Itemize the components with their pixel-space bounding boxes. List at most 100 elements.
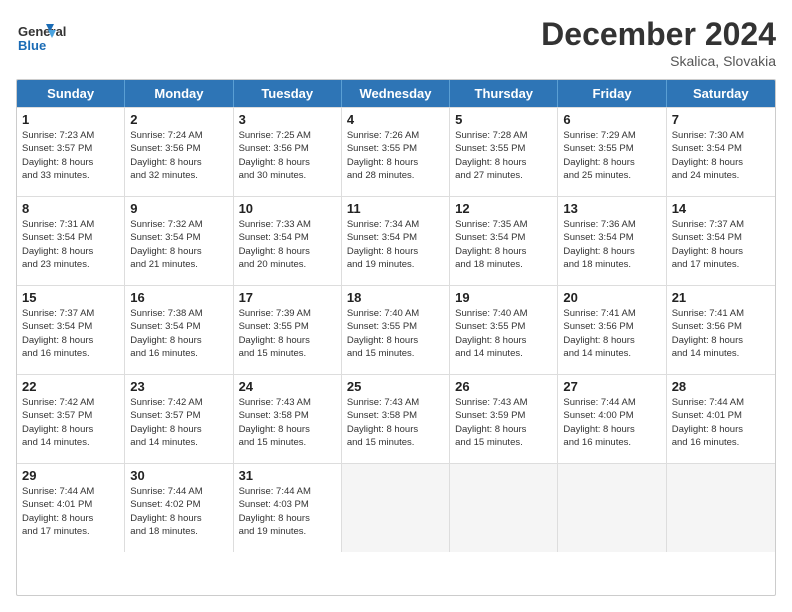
calendar-cell: 23Sunrise: 7:42 AM Sunset: 3:57 PM Dayli…	[125, 375, 233, 463]
day-number: 12	[455, 201, 552, 216]
page: General Blue December 2024 Skalica, Slov…	[0, 0, 792, 612]
calendar-cell: 20 Sunrise: 7:41 AM Sunset: 3:56 PM Dayli…	[558, 286, 666, 374]
day-number: 28	[672, 379, 770, 394]
calendar-row-2: 8 Sunrise: 7:31 AM Sunset: 3:54 PM Daylig…	[17, 196, 775, 285]
calendar-cell: 13Sunrise: 7:36 AM Sunset: 3:54 PM Dayli…	[558, 197, 666, 285]
calendar-row-3: 15 Sunrise: 7:37 AM Sunset: 3:54 PM Dayli…	[17, 285, 775, 374]
calendar-cell: 11 Sunrise: 7:34 AM Sunset: 3:54 PM Dayli…	[342, 197, 450, 285]
col-saturday: Saturday	[667, 80, 775, 107]
day-info: Sunrise: 7:32 AM Sunset: 3:54 PM Dayligh…	[130, 218, 227, 271]
day-info: Sunrise: 7:43 AM Sunset: 3:59 PM Dayligh…	[455, 396, 552, 449]
calendar-cell: 3 Sunrise: 7:25 AM Sunset: 3:56 PM Daylig…	[234, 108, 342, 196]
calendar-cell: 27Sunrise: 7:44 AM Sunset: 4:00 PM Dayli…	[558, 375, 666, 463]
day-info: Sunrise: 7:37 AM Sunset: 3:54 PM Dayligh…	[22, 307, 119, 360]
calendar-row-4: 22 Sunrise: 7:42 AM Sunset: 3:57 PM Dayli…	[17, 374, 775, 463]
day-info: Sunrise: 7:37 AM Sunset: 3:54 PM Dayligh…	[672, 218, 770, 271]
calendar-cell	[558, 464, 666, 552]
day-number: 1	[22, 112, 119, 127]
day-info: Sunrise: 7:44 AM Sunset: 4:01 PM Dayligh…	[672, 396, 770, 449]
calendar-cell: 14Sunrise: 7:37 AM Sunset: 3:54 PM Dayli…	[667, 197, 775, 285]
calendar-row-5: 29Sunrise: 7:44 AM Sunset: 4:01 PM Dayli…	[17, 463, 775, 552]
day-number: 11	[347, 201, 444, 216]
day-number: 24	[239, 379, 336, 394]
calendar-cell: 4Sunrise: 7:26 AM Sunset: 3:55 PM Daylig…	[342, 108, 450, 196]
day-info: Sunrise: 7:39 AM Sunset: 3:55 PM Dayligh…	[239, 307, 336, 360]
day-number: 6	[563, 112, 660, 127]
day-info: Sunrise: 7:34 AM Sunset: 3:54 PM Dayligh…	[347, 218, 444, 271]
calendar-cell: 7Sunrise: 7:30 AM Sunset: 3:54 PM Daylig…	[667, 108, 775, 196]
day-number: 10	[239, 201, 336, 216]
calendar: Sunday Monday Tuesday Wednesday Thursday…	[16, 79, 776, 596]
calendar-cell: 6 Sunrise: 7:29 AM Sunset: 3:55 PM Daylig…	[558, 108, 666, 196]
day-info: Sunrise: 7:43 AM Sunset: 3:58 PM Dayligh…	[347, 396, 444, 449]
day-info: Sunrise: 7:28 AM Sunset: 3:55 PM Dayligh…	[455, 129, 552, 182]
calendar-body: 1 Sunrise: 7:23 AM Sunset: 3:57 PM Daylig…	[17, 107, 775, 552]
calendar-cell: 19 Sunrise: 7:40 AM Sunset: 3:55 PM Dayli…	[450, 286, 558, 374]
logo: General Blue	[16, 16, 96, 56]
calendar-cell: 8 Sunrise: 7:31 AM Sunset: 3:54 PM Daylig…	[17, 197, 125, 285]
calendar-cell: 22 Sunrise: 7:42 AM Sunset: 3:57 PM Dayli…	[17, 375, 125, 463]
day-number: 16	[130, 290, 227, 305]
col-sunday: Sunday	[17, 80, 125, 107]
calendar-cell: 15 Sunrise: 7:37 AM Sunset: 3:54 PM Dayli…	[17, 286, 125, 374]
day-number: 27	[563, 379, 660, 394]
col-thursday: Thursday	[450, 80, 558, 107]
day-number: 4	[347, 112, 444, 127]
day-number: 7	[672, 112, 770, 127]
calendar-cell: 25 Sunrise: 7:43 AM Sunset: 3:58 PM Dayli…	[342, 375, 450, 463]
day-info: Sunrise: 7:40 AM Sunset: 3:55 PM Dayligh…	[347, 307, 444, 360]
day-number: 26	[455, 379, 552, 394]
day-info: Sunrise: 7:25 AM Sunset: 3:56 PM Dayligh…	[239, 129, 336, 182]
day-info: Sunrise: 7:31 AM Sunset: 3:54 PM Dayligh…	[22, 218, 119, 271]
day-info: Sunrise: 7:33 AM Sunset: 3:54 PM Dayligh…	[239, 218, 336, 271]
day-info: Sunrise: 7:42 AM Sunset: 3:57 PM Dayligh…	[22, 396, 119, 449]
calendar-cell: 17 Sunrise: 7:39 AM Sunset: 3:55 PM Dayli…	[234, 286, 342, 374]
logo-icon: General Blue	[16, 16, 96, 56]
day-info: Sunrise: 7:23 AM Sunset: 3:57 PM Dayligh…	[22, 129, 119, 182]
day-info: Sunrise: 7:41 AM Sunset: 3:56 PM Dayligh…	[563, 307, 660, 360]
day-number: 3	[239, 112, 336, 127]
calendar-cell: 12Sunrise: 7:35 AM Sunset: 3:54 PM Dayli…	[450, 197, 558, 285]
calendar-cell: 29Sunrise: 7:44 AM Sunset: 4:01 PM Dayli…	[17, 464, 125, 552]
day-number: 20	[563, 290, 660, 305]
header: General Blue December 2024 Skalica, Slov…	[16, 16, 776, 69]
day-number: 5	[455, 112, 552, 127]
svg-text:Blue: Blue	[18, 38, 46, 53]
calendar-cell	[342, 464, 450, 552]
calendar-cell: 28 Sunrise: 7:44 AM Sunset: 4:01 PM Dayli…	[667, 375, 775, 463]
calendar-cell: 2Sunrise: 7:24 AM Sunset: 3:56 PM Daylig…	[125, 108, 233, 196]
day-number: 9	[130, 201, 227, 216]
col-friday: Friday	[558, 80, 666, 107]
day-number: 17	[239, 290, 336, 305]
calendar-header: Sunday Monday Tuesday Wednesday Thursday…	[17, 80, 775, 107]
day-info: Sunrise: 7:41 AM Sunset: 3:56 PM Dayligh…	[672, 307, 770, 360]
calendar-cell: 18 Sunrise: 7:40 AM Sunset: 3:55 PM Dayli…	[342, 286, 450, 374]
calendar-cell	[667, 464, 775, 552]
calendar-cell: 1 Sunrise: 7:23 AM Sunset: 3:57 PM Daylig…	[17, 108, 125, 196]
day-number: 18	[347, 290, 444, 305]
day-info: Sunrise: 7:43 AM Sunset: 3:58 PM Dayligh…	[239, 396, 336, 449]
day-number: 8	[22, 201, 119, 216]
calendar-cell: 9 Sunrise: 7:32 AM Sunset: 3:54 PM Daylig…	[125, 197, 233, 285]
calendar-row-1: 1 Sunrise: 7:23 AM Sunset: 3:57 PM Daylig…	[17, 107, 775, 196]
day-info: Sunrise: 7:40 AM Sunset: 3:55 PM Dayligh…	[455, 307, 552, 360]
day-number: 31	[239, 468, 336, 483]
subtitle: Skalica, Slovakia	[541, 53, 776, 69]
svg-text:General: General	[18, 24, 66, 39]
calendar-cell: 30Sunrise: 7:44 AM Sunset: 4:02 PM Dayli…	[125, 464, 233, 552]
day-number: 19	[455, 290, 552, 305]
day-info: Sunrise: 7:42 AM Sunset: 3:57 PM Dayligh…	[130, 396, 227, 449]
title-block: December 2024 Skalica, Slovakia	[541, 16, 776, 69]
day-info: Sunrise: 7:44 AM Sunset: 4:02 PM Dayligh…	[130, 485, 227, 538]
calendar-cell: 26 Sunrise: 7:43 AM Sunset: 3:59 PM Dayli…	[450, 375, 558, 463]
calendar-cell: 5 Sunrise: 7:28 AM Sunset: 3:55 PM Daylig…	[450, 108, 558, 196]
day-info: Sunrise: 7:38 AM Sunset: 3:54 PM Dayligh…	[130, 307, 227, 360]
day-number: 15	[22, 290, 119, 305]
calendar-cell: 21Sunrise: 7:41 AM Sunset: 3:56 PM Dayli…	[667, 286, 775, 374]
day-number: 25	[347, 379, 444, 394]
day-info: Sunrise: 7:29 AM Sunset: 3:55 PM Dayligh…	[563, 129, 660, 182]
day-info: Sunrise: 7:44 AM Sunset: 4:03 PM Dayligh…	[239, 485, 336, 538]
day-number: 22	[22, 379, 119, 394]
calendar-cell: 24 Sunrise: 7:43 AM Sunset: 3:58 PM Dayli…	[234, 375, 342, 463]
day-info: Sunrise: 7:44 AM Sunset: 4:01 PM Dayligh…	[22, 485, 119, 538]
